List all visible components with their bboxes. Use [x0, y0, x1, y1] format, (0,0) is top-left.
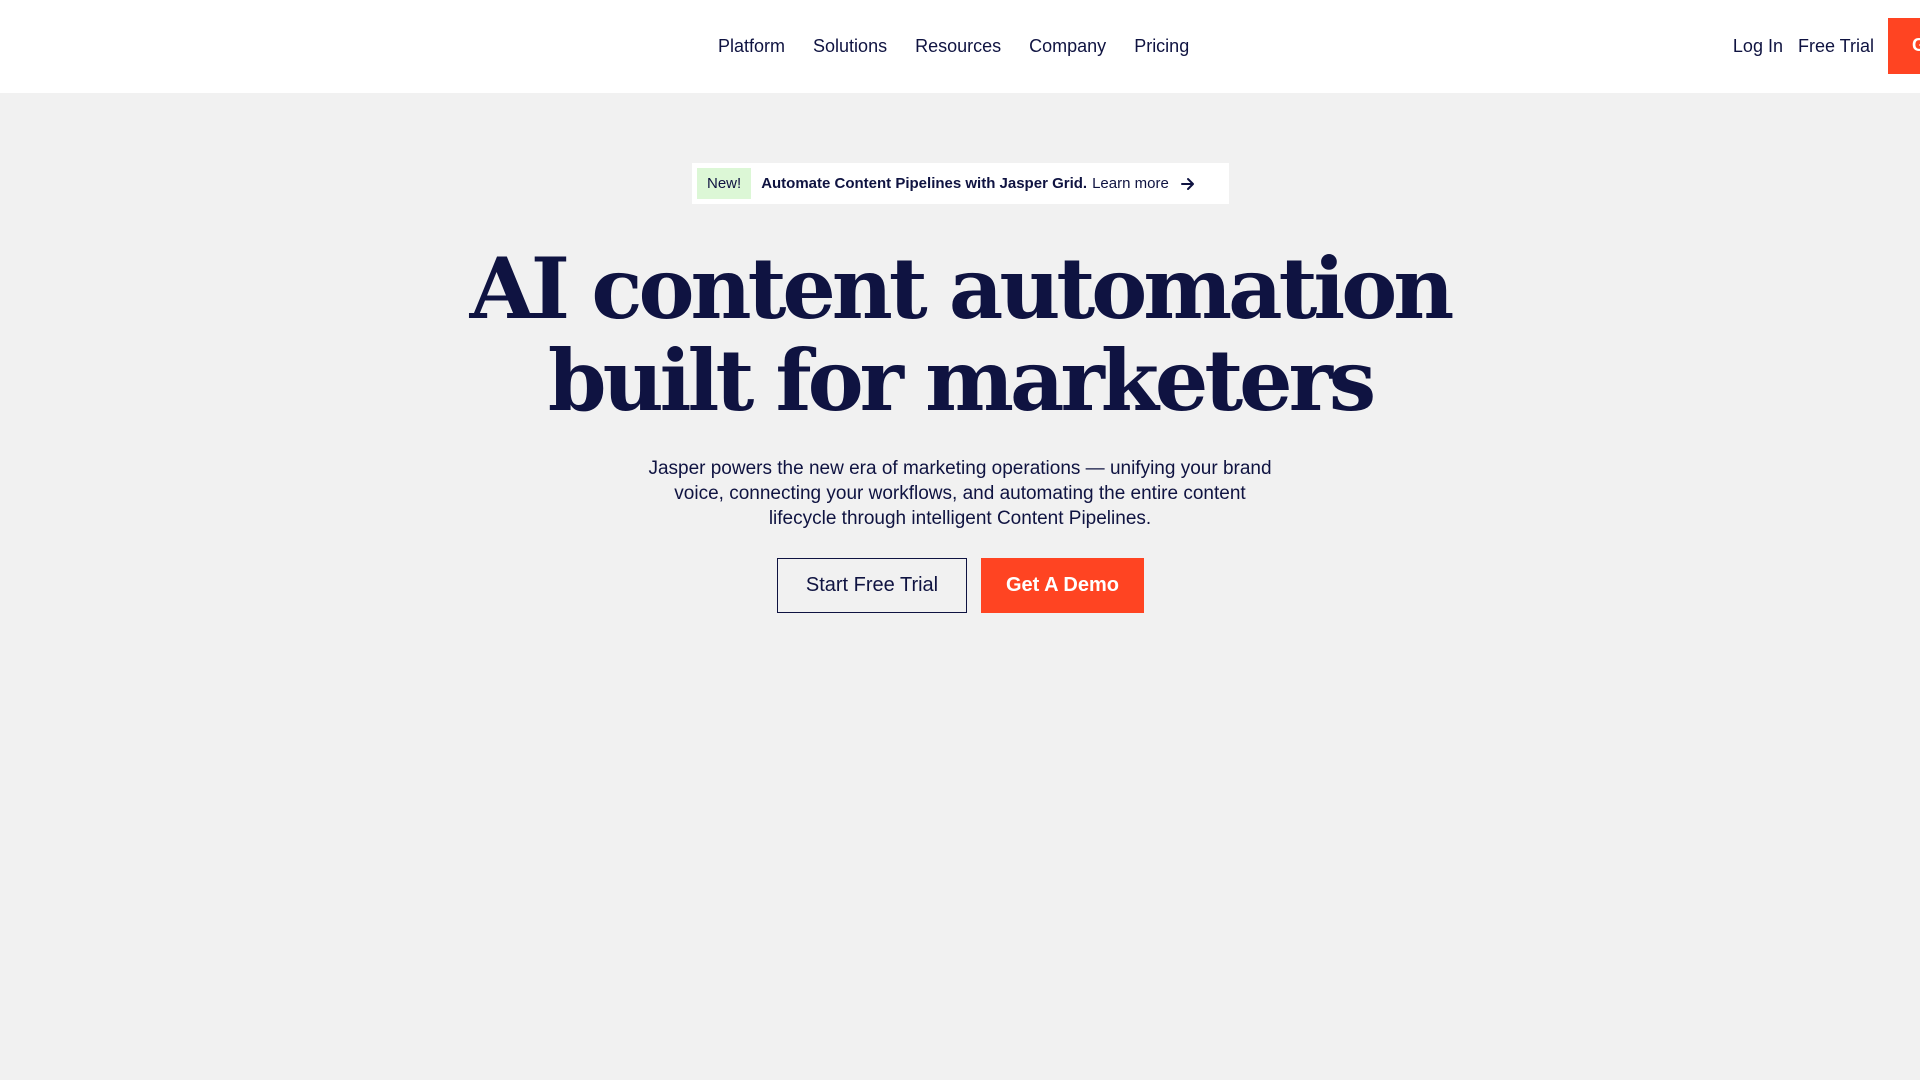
headline-line-1: AI content automation: [469, 239, 1455, 338]
new-badge: New!: [697, 168, 752, 199]
free-trial-link[interactable]: Free Trial: [1798, 36, 1874, 57]
login-link[interactable]: Log In: [1733, 36, 1783, 57]
start-free-trial-button[interactable]: Start Free Trial: [777, 558, 967, 613]
hero-headline: AI content automation built for marketer…: [0, 243, 1920, 427]
headline-line-2: built for marketers: [547, 331, 1376, 430]
nav-pricing[interactable]: Pricing: [1134, 34, 1189, 58]
announcement-text: Automate Content Pipelines with Jasper G…: [761, 175, 1088, 192]
main-nav: Platform Solutions Resources Company Pri…: [718, 34, 1189, 58]
learn-more-link[interactable]: Learn more: [1092, 175, 1169, 192]
nav-solutions[interactable]: Solutions: [813, 34, 887, 58]
nav-platform[interactable]: Platform: [718, 34, 785, 58]
announcement-banner[interactable]: New! Automate Content Pipelines with Jas…: [692, 163, 1229, 204]
hero-cta-group: Start Free Trial Get A Demo: [777, 558, 1144, 613]
get-a-demo-button[interactable]: Get A Demo: [981, 558, 1144, 613]
header-actions: Log In Free Trial G: [1733, 0, 1920, 93]
hero-subtext: Jasper powers the new era of marketing o…: [648, 458, 1272, 529]
site-header: Platform Solutions Resources Company Pri…: [0, 0, 1920, 93]
arrow-right-icon: [1179, 175, 1197, 193]
hero-section: New! Automate Content Pipelines with Jas…: [0, 93, 1920, 1080]
nav-resources[interactable]: Resources: [915, 34, 1001, 58]
header-demo-button[interactable]: G: [1888, 17, 1920, 74]
nav-company[interactable]: Company: [1029, 34, 1106, 58]
